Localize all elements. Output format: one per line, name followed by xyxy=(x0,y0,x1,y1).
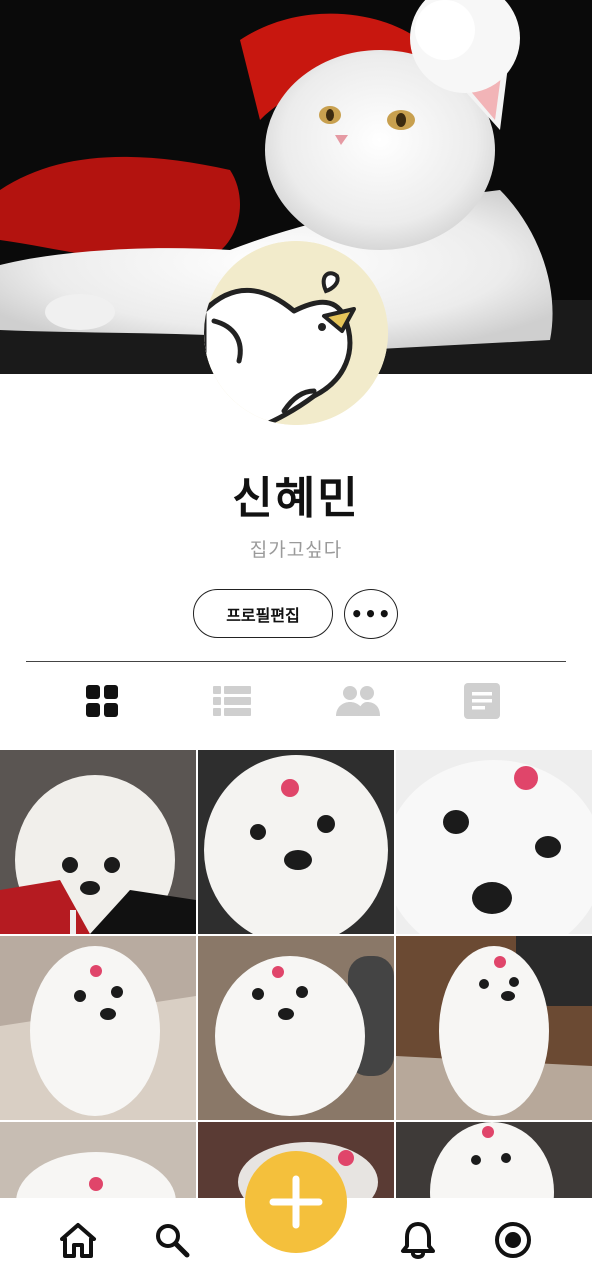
profile-icon xyxy=(495,1222,531,1258)
post-thumbnail[interactable] xyxy=(396,1122,592,1200)
post-image xyxy=(396,750,592,934)
home-icon xyxy=(60,1223,96,1258)
tab-document[interactable] xyxy=(452,676,512,726)
list-icon xyxy=(213,686,251,716)
more-icon: ••• xyxy=(350,602,392,626)
post-image xyxy=(0,936,196,1120)
document-icon xyxy=(464,683,500,719)
post-image xyxy=(198,750,394,934)
post-image xyxy=(396,936,592,1120)
tab-list[interactable] xyxy=(202,676,262,726)
add-icon xyxy=(269,1175,323,1229)
post-image xyxy=(198,936,394,1120)
avatar-image xyxy=(204,241,388,425)
post-thumbnail[interactable] xyxy=(198,936,394,1120)
search-icon xyxy=(156,1224,190,1258)
more-options-button[interactable]: ••• xyxy=(344,589,398,639)
post-thumbnail[interactable] xyxy=(396,750,592,934)
profile-name: 신혜민 xyxy=(232,473,360,524)
post-image xyxy=(396,1122,592,1200)
nav-home[interactable] xyxy=(54,1216,102,1264)
post-image xyxy=(0,1122,196,1200)
post-image xyxy=(0,750,196,934)
edit-profile-button[interactable]: 프로필편집 xyxy=(193,589,333,638)
post-thumbnail[interactable] xyxy=(198,750,394,934)
posts-grid xyxy=(0,750,592,1200)
nav-search[interactable] xyxy=(148,1216,196,1264)
post-thumbnail[interactable] xyxy=(396,936,592,1120)
nav-notifications[interactable] xyxy=(394,1216,442,1264)
post-thumbnail[interactable] xyxy=(0,750,196,934)
grid-icon xyxy=(86,685,118,717)
profile-bio: 집가고싶다 xyxy=(249,539,343,561)
people-icon xyxy=(336,686,380,716)
tab-people[interactable] xyxy=(328,676,388,726)
bell-icon xyxy=(401,1222,435,1259)
tab-grid[interactable] xyxy=(72,676,132,726)
post-thumbnail[interactable] xyxy=(0,936,196,1120)
section-divider xyxy=(26,661,566,662)
profile-tabs xyxy=(0,676,592,726)
add-post-button[interactable] xyxy=(245,1151,347,1253)
nav-profile[interactable] xyxy=(489,1216,537,1264)
profile-avatar[interactable] xyxy=(204,241,388,425)
post-thumbnail[interactable] xyxy=(0,1122,196,1200)
